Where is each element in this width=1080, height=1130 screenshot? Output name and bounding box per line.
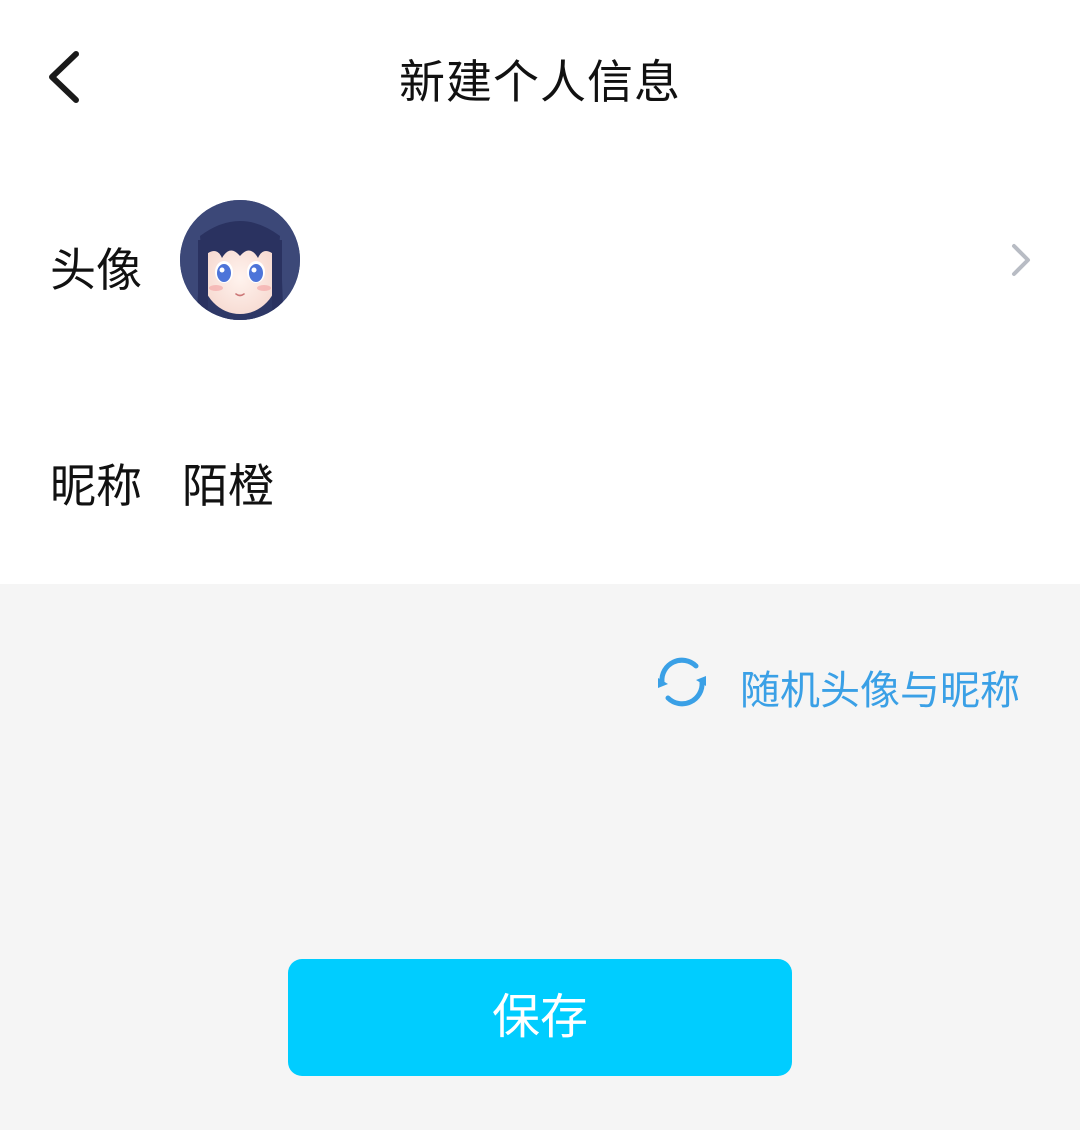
top-bar: 新建个人信息: [0, 0, 1080, 160]
avatar-row[interactable]: 头像: [0, 190, 1080, 330]
nickname-label: 昵称: [50, 459, 142, 513]
avatar-label: 头像: [50, 243, 142, 297]
avatar: [180, 200, 300, 320]
refresh-icon: [658, 657, 706, 707]
random-label: 随机头像与昵称: [740, 668, 1020, 714]
page-title: 新建个人信息: [399, 55, 681, 109]
profile-form: 头像 昵称 陌橙: [0, 160, 1080, 584]
nickname-row[interactable]: 昵称 陌橙: [0, 420, 1080, 540]
nickname-field[interactable]: 陌橙: [182, 450, 274, 516]
chevron-right-icon: [1012, 244, 1030, 276]
save-button[interactable]: 保存: [288, 959, 792, 1076]
